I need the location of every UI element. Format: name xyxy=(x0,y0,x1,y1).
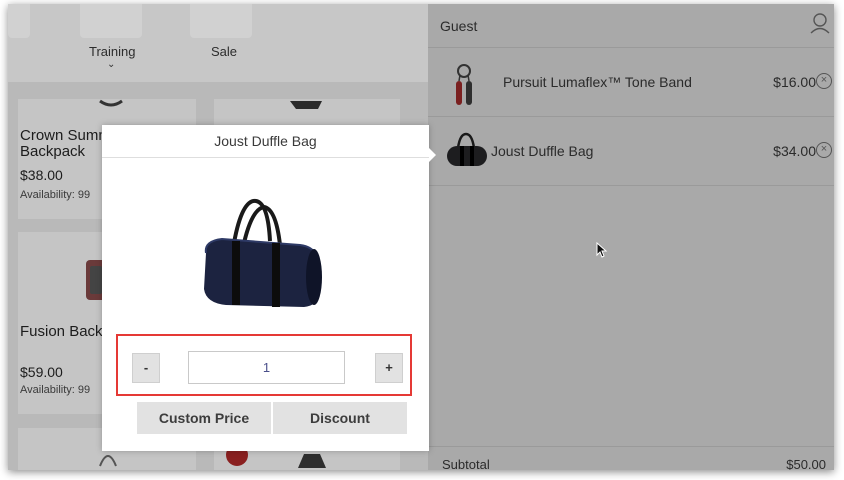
product-name-line2[interactable]: Backpack xyxy=(20,144,85,160)
discount-button[interactable]: Discount xyxy=(273,402,407,434)
cart-item-name: Joust Duffle Bag xyxy=(491,143,594,159)
product-image xyxy=(298,454,326,468)
category-thumb-sale[interactable] xyxy=(190,4,252,38)
increment-button[interactable]: + xyxy=(375,353,403,383)
cart-item[interactable]: Pursuit Lumaflex™ Tone Band $16.00 × xyxy=(428,49,834,117)
cart-panel: Guest Pursuit Lumaflex™ Tone Band $16.00… xyxy=(428,4,834,470)
category-training[interactable]: Training xyxy=(89,44,135,59)
product-image xyxy=(290,101,322,109)
category-thumb-training[interactable] xyxy=(80,4,142,38)
custom-price-button[interactable]: Custom Price xyxy=(137,402,271,434)
product-price: $59.00 xyxy=(20,364,63,380)
user-icon[interactable] xyxy=(810,12,830,34)
category-sale[interactable]: Sale xyxy=(211,44,237,59)
product-thumbnail xyxy=(447,132,487,166)
duffle-bag-image xyxy=(204,199,322,307)
mouse-cursor-icon xyxy=(596,242,608,258)
close-circle-icon[interactable]: × xyxy=(816,73,832,89)
category-thumb xyxy=(8,4,30,38)
decrement-button[interactable]: - xyxy=(132,353,160,383)
cart-item-name: Pursuit Lumaflex™ Tone Band xyxy=(503,74,692,90)
modal-title: Joust Duffle Bag xyxy=(102,125,429,158)
modal-pointer xyxy=(429,148,436,162)
app-frame: Training ⌄ Sale Crown Summ Backpack $38.… xyxy=(8,4,834,470)
quantity-input[interactable] xyxy=(188,351,345,384)
product-thumbnail xyxy=(456,64,472,105)
cart-item[interactable]: Joust Duffle Bag $34.00 × xyxy=(428,118,834,186)
product-image xyxy=(99,99,123,107)
subtotal-label: Subtotal xyxy=(442,457,490,470)
cart-item-price: $16.00 xyxy=(773,74,816,90)
quantity-control: - + xyxy=(116,334,412,396)
product-name[interactable]: Crown Summ xyxy=(20,128,111,144)
customer-name: Guest xyxy=(440,18,478,34)
close-circle-icon[interactable]: × xyxy=(816,142,832,158)
subtotal-value: $50.00 xyxy=(786,457,826,470)
category-bar: Training ⌄ Sale xyxy=(8,4,428,82)
cart-item-price: $34.00 xyxy=(773,143,816,159)
chevron-down-icon[interactable]: ⌄ xyxy=(107,59,115,70)
product-price: $38.00 xyxy=(20,167,63,183)
product-availability: Availability: 99 xyxy=(20,189,91,201)
product-modal: Joust Duffle Bag - + Custom Price Discou… xyxy=(102,125,436,451)
product-availability: Availability: 99 xyxy=(20,384,91,396)
product-name[interactable]: Fusion Back xyxy=(20,324,103,340)
subtotal-bar: Subtotal $50.00 xyxy=(428,446,834,470)
customer-row[interactable]: Guest xyxy=(428,4,834,48)
